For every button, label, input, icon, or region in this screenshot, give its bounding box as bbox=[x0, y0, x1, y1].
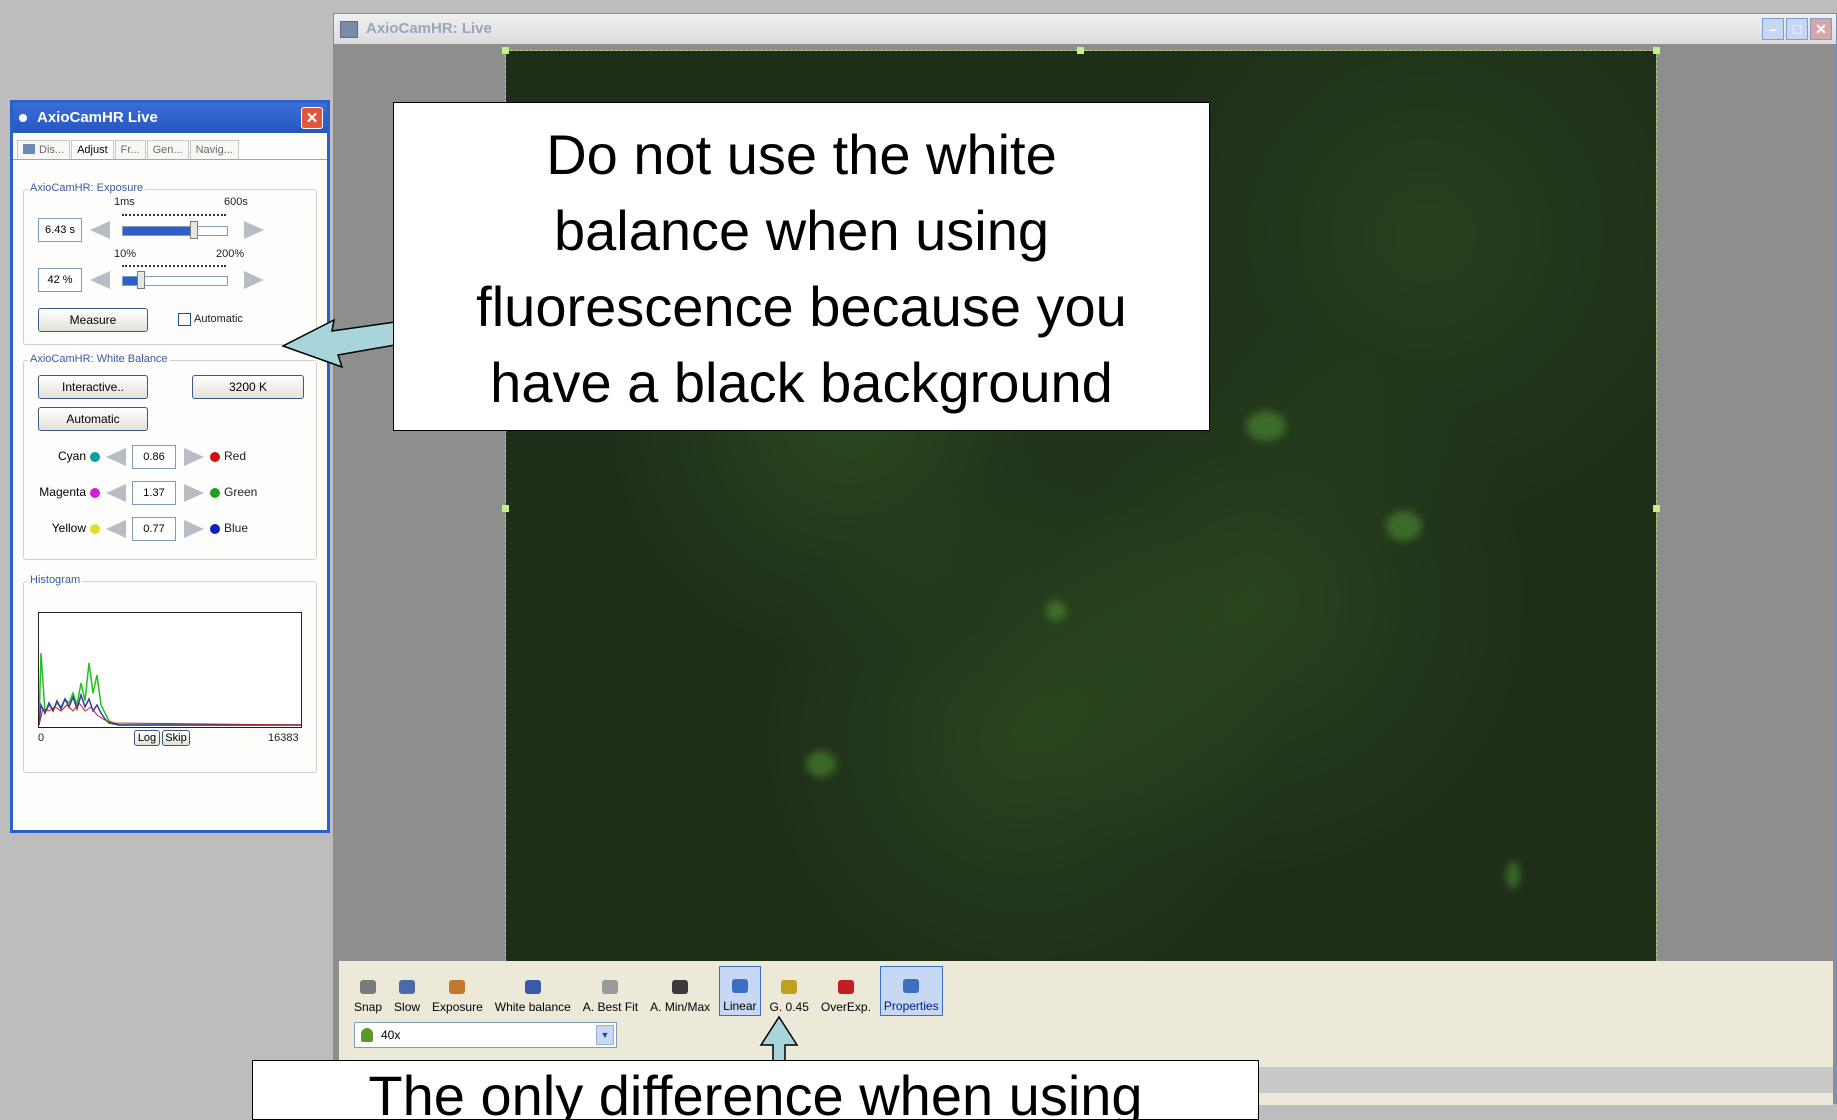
callout-white-balance: Do not use the white balance when using … bbox=[393, 102, 1210, 431]
callout-linear: The only difference when using bbox=[252, 1060, 1259, 1120]
callout-line: The only difference when using bbox=[368, 1064, 1143, 1120]
callout-arrow-up-icon bbox=[759, 1015, 799, 1063]
callout-line: balance when using bbox=[553, 199, 1050, 262]
callout-arrow-left-icon bbox=[281, 318, 396, 369]
callout-line: have a black background bbox=[490, 351, 1113, 414]
callout-line: Do not use the white bbox=[546, 123, 1057, 186]
callout-line: fluorescence because you bbox=[476, 275, 1127, 338]
